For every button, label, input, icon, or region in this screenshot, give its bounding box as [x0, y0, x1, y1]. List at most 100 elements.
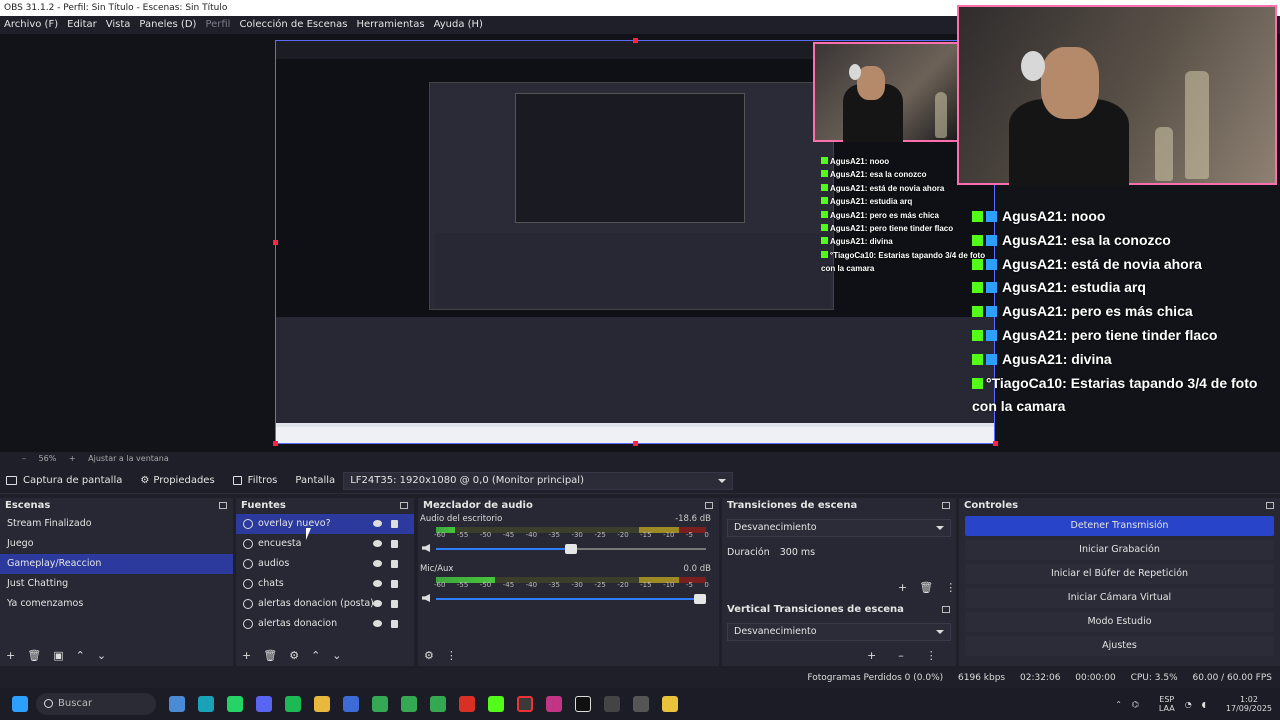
visibility-eye-icon[interactable] — [373, 620, 382, 627]
folder-icon[interactable] — [314, 696, 330, 712]
vertical-transition-select[interactable]: Desvanecimiento — [727, 623, 951, 641]
obs-icon[interactable] — [517, 696, 533, 712]
undock-icon[interactable] — [705, 502, 713, 509]
spotify-icon[interactable] — [285, 696, 301, 712]
transition-select[interactable]: Desvanecimiento — [727, 519, 951, 537]
transition-menu-button[interactable]: ⋮ — [945, 581, 956, 594]
whatsapp-icon[interactable] — [227, 696, 243, 712]
lock-icon[interactable] — [391, 580, 398, 588]
windows-start-icon[interactable] — [12, 696, 28, 712]
visibility-eye-icon[interactable] — [373, 540, 382, 547]
volume-slider[interactable] — [436, 544, 706, 554]
edge-icon[interactable] — [198, 696, 214, 712]
menu-archivo[interactable]: Archivo (F) — [4, 16, 58, 34]
source-item[interactable]: chats — [236, 574, 414, 594]
source-properties-button[interactable]: ⚙ — [289, 649, 299, 662]
add-scene-button[interactable]: + — [6, 649, 15, 662]
scene-item[interactable]: Gameplay/Reaccion — [0, 554, 233, 574]
add-source-button[interactable]: + — [242, 649, 251, 662]
lock-icon[interactable] — [391, 540, 398, 548]
source-item[interactable]: audios — [236, 554, 414, 574]
chrome-icon[interactable] — [372, 696, 388, 712]
chrome-icon[interactable] — [401, 696, 417, 712]
undock-icon[interactable] — [400, 502, 408, 509]
language-indicator[interactable]: ESP LAA — [1149, 695, 1175, 713]
remove-source-button[interactable]: 🗑 — [263, 649, 277, 662]
filters-button[interactable]: Filtros — [232, 475, 277, 486]
mixer-settings-button[interactable]: ⚙ — [424, 649, 434, 662]
app-icon[interactable] — [169, 696, 185, 712]
volume-slider[interactable] — [436, 594, 706, 604]
screen-select[interactable]: LF24T35: 1920x1080 @ 0,0 (Monitor princi… — [343, 471, 734, 490]
scene-item[interactable]: Just Chatting — [0, 574, 233, 594]
start-recording-button[interactable]: Iniciar Grabación — [965, 540, 1274, 560]
app-icon[interactable] — [633, 696, 649, 712]
lock-icon[interactable] — [391, 620, 398, 628]
add-transition-button[interactable]: + — [898, 581, 907, 594]
visibility-eye-icon[interactable] — [373, 600, 382, 607]
chatgpt-icon[interactable] — [604, 696, 620, 712]
menu-herramientas[interactable]: Herramientas — [356, 16, 424, 34]
menu-coleccion-escenas[interactable]: Colección de Escenas — [239, 16, 347, 34]
duration-input[interactable]: 300 ms — [780, 547, 951, 558]
wifi-icon[interactable]: ◔ — [1185, 700, 1192, 709]
visibility-eye-icon[interactable] — [373, 560, 382, 567]
clock[interactable]: 1:02 17/09/2025 — [1216, 695, 1272, 713]
source-item[interactable]: encuesta — [236, 534, 414, 554]
start-replay-buffer-button[interactable]: Iniciar el Búfer de Repetición — [965, 564, 1274, 584]
kick-icon[interactable] — [488, 696, 504, 712]
instagram-icon[interactable] — [546, 696, 562, 712]
scene-filters-button[interactable]: ▣ — [53, 649, 63, 662]
settings-button[interactable]: Ajustes — [965, 636, 1274, 656]
lock-icon[interactable] — [391, 560, 398, 568]
tray-chevron-icon[interactable]: ⌃ — [1115, 700, 1122, 709]
zoom-in-button[interactable]: + — [69, 454, 76, 463]
lock-icon[interactable] — [391, 600, 398, 608]
undock-icon[interactable] — [219, 502, 227, 509]
resize-handle[interactable] — [633, 441, 638, 446]
zoom-out-button[interactable]: – — [22, 454, 26, 463]
scene-item[interactable]: Stream Finalizado — [0, 514, 233, 534]
move-down-button[interactable]: ⌄ — [332, 649, 341, 662]
remove-transition-button[interactable]: 🗑 — [919, 581, 933, 594]
scene-item[interactable]: Ya comenzamos — [0, 594, 233, 614]
notes-icon[interactable] — [662, 696, 678, 712]
menu-editar[interactable]: Editar — [67, 16, 97, 34]
resize-handle[interactable] — [993, 441, 998, 446]
source-item[interactable]: alertas donacion (posta) — [236, 594, 414, 614]
chrome-icon[interactable] — [430, 696, 446, 712]
menu-perfil[interactable]: Perfil — [205, 16, 230, 34]
speaker-icon[interactable] — [422, 544, 430, 552]
tiktok-icon[interactable] — [575, 696, 591, 712]
youtube-icon[interactable] — [459, 696, 475, 712]
move-up-button[interactable]: ⌃ — [76, 649, 85, 662]
resize-handle[interactable] — [273, 441, 278, 446]
add-transition-button[interactable]: + — [867, 649, 876, 662]
menu-ayuda[interactable]: Ayuda (H) — [434, 16, 483, 34]
move-up-button[interactable]: ⌃ — [311, 649, 320, 662]
fit-window-dropdown[interactable]: Ajustar a la ventana — [88, 454, 169, 463]
start-virtual-camera-button[interactable]: Iniciar Cámara Virtual — [965, 588, 1274, 608]
scene-item[interactable]: Juego — [0, 534, 233, 554]
move-down-button[interactable]: ⌄ — [97, 649, 106, 662]
source-item[interactable]: overlay nuevo? — [236, 514, 414, 534]
source-item[interactable]: alertas donacion — [236, 614, 414, 634]
properties-button[interactable]: ⚙ Propiedades — [140, 475, 214, 486]
transition-menu-button[interactable]: ⋮ — [926, 649, 937, 662]
undock-icon[interactable] — [942, 502, 950, 509]
studio-mode-button[interactable]: Modo Estudio — [965, 612, 1274, 632]
resize-handle[interactable] — [273, 240, 278, 245]
remove-scene-button[interactable]: 🗑 — [27, 649, 41, 662]
visibility-eye-icon[interactable] — [373, 580, 382, 587]
taskbar-search[interactable]: Buscar — [36, 693, 156, 715]
undock-icon[interactable] — [942, 606, 950, 613]
network-icon[interactable]: ⌬ — [1132, 700, 1139, 709]
discord-icon[interactable] — [256, 696, 272, 712]
store-icon[interactable] — [343, 696, 359, 712]
speaker-icon[interactable] — [422, 594, 430, 602]
resize-handle[interactable] — [633, 38, 638, 43]
lock-icon[interactable] — [391, 520, 398, 528]
mixer-menu-button[interactable]: ⋮ — [446, 649, 457, 662]
undock-icon[interactable] — [1266, 502, 1274, 509]
remove-transition-button[interactable]: – — [898, 649, 904, 662]
